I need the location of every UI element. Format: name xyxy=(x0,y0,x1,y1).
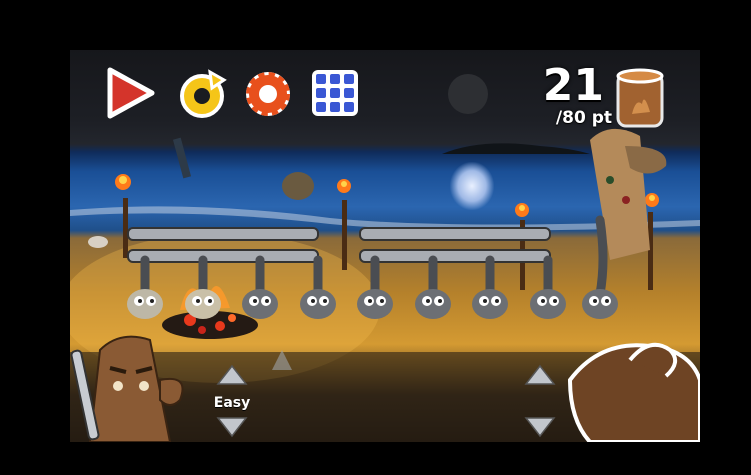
moon xyxy=(448,74,488,114)
chevron-up-icon xyxy=(524,364,556,385)
right-up-arrow[interactable] xyxy=(524,364,556,386)
creature[interactable] xyxy=(357,289,393,319)
play-button[interactable] xyxy=(100,64,158,122)
creature[interactable] xyxy=(472,289,508,319)
creature[interactable] xyxy=(415,289,451,319)
game-screen: 21 /80 pt Easy xyxy=(70,50,700,442)
gear-icon xyxy=(246,72,290,116)
creature[interactable] xyxy=(530,289,566,319)
torch xyxy=(515,203,529,290)
level-menu-button[interactable] xyxy=(310,68,360,118)
grid-icon xyxy=(312,70,358,116)
chevron-up-icon xyxy=(216,364,248,385)
creature[interactable] xyxy=(185,289,221,319)
score-value: 21 xyxy=(542,60,604,111)
moon-reflection xyxy=(450,162,494,210)
creature[interactable] xyxy=(242,289,278,319)
creature[interactable] xyxy=(127,289,163,319)
reload-button[interactable] xyxy=(174,66,230,122)
difficulty-label: Easy xyxy=(213,395,251,411)
chevron-down-icon xyxy=(216,417,248,438)
shell xyxy=(88,236,108,248)
settings-button[interactable] xyxy=(240,66,296,122)
torch xyxy=(115,174,131,258)
score-target: /80 pt xyxy=(555,108,612,128)
island xyxy=(442,143,590,154)
hand-pointer xyxy=(567,342,700,442)
creature-row xyxy=(127,289,618,319)
play-icon xyxy=(107,67,155,119)
creature[interactable] xyxy=(300,289,336,319)
reload-icon xyxy=(180,69,227,118)
right-down-arrow[interactable] xyxy=(524,416,556,438)
bucket-icon xyxy=(616,68,664,128)
difficulty-down-arrow[interactable] xyxy=(216,416,248,438)
rock-statue xyxy=(282,172,314,200)
difficulty-up-arrow[interactable] xyxy=(216,364,248,386)
chevron-down-icon xyxy=(524,417,556,438)
creature[interactable] xyxy=(582,289,618,319)
driftwood-post xyxy=(172,137,192,179)
